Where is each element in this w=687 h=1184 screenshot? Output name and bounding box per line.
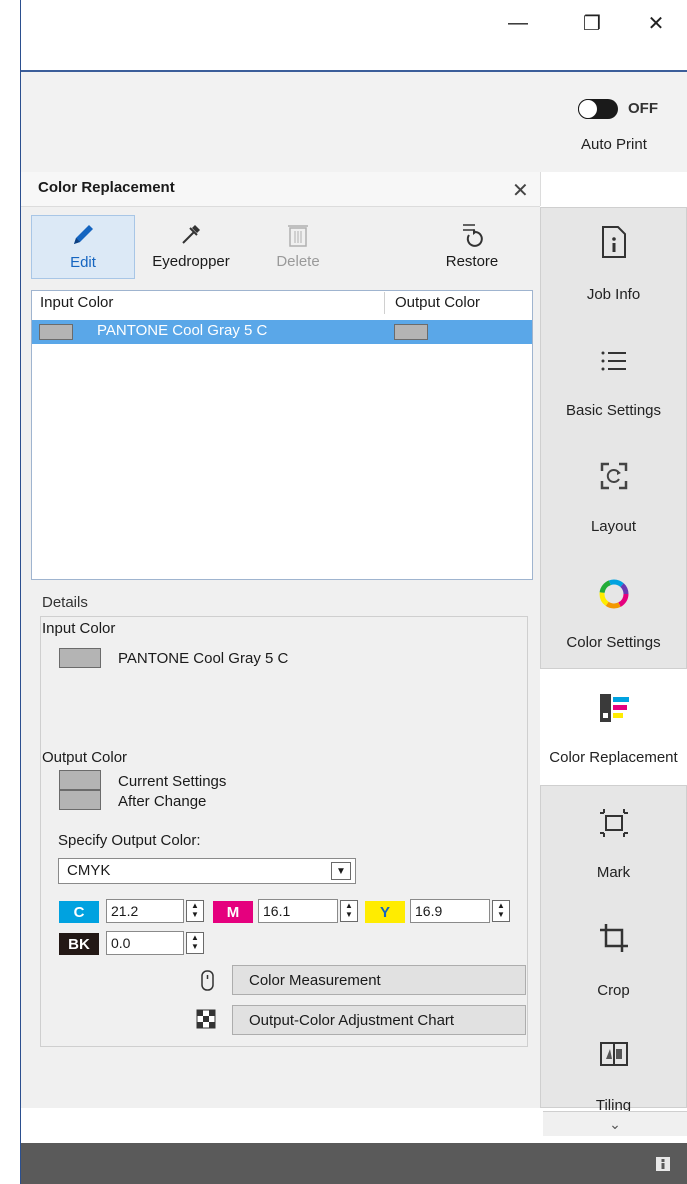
edit-button[interactable]: Edit <box>31 215 135 279</box>
nav-item-color-settings[interactable]: Color Settings <box>540 634 687 651</box>
restore-icon <box>432 215 512 249</box>
output-color-adjustment-chart-button[interactable]: Output-Color Adjustment Chart <box>232 1005 526 1035</box>
minimize-button[interactable]: — <box>486 0 550 46</box>
color-replacement-icon <box>592 690 636 726</box>
nav-scroll-down-button[interactable]: ⌄ <box>543 1111 687 1136</box>
eyedropper-button[interactable]: Eyedropper <box>138 215 244 279</box>
nav-item-basic-settings[interactable]: Basic Settings <box>540 402 687 419</box>
black-stepper[interactable]: ▲ ▼ <box>186 932 204 954</box>
current-settings-swatch <box>59 770 101 790</box>
details-output-color-label: Output Color <box>42 749 128 766</box>
restore-button[interactable]: Restore <box>432 215 512 279</box>
column-output-color: Output Color <box>395 294 481 311</box>
desktop-edge <box>0 0 20 1184</box>
trash-icon <box>258 215 338 249</box>
panel-close-button[interactable]: ✕ <box>512 178 529 203</box>
nav-active-background <box>540 669 687 785</box>
details-input-color-label: Input Color <box>42 620 116 637</box>
tiling-icon <box>592 1036 636 1072</box>
toggle-knob <box>578 99 598 119</box>
top-toolbar <box>21 72 687 173</box>
cyan-stepper[interactable]: ▲ ▼ <box>186 900 204 922</box>
cyan-input[interactable]: 21.2 <box>106 899 184 923</box>
nav-item-crop[interactable]: Crop <box>540 982 687 999</box>
toggle-state: OFF <box>628 100 658 117</box>
output-color-swatch <box>394 324 428 340</box>
info-document-icon <box>592 224 636 260</box>
nav-header <box>540 172 687 206</box>
measurement-device-icon <box>198 969 218 993</box>
yellow-stepper[interactable]: ▲ ▼ <box>492 900 510 922</box>
list-icon <box>592 343 636 379</box>
status-bar <box>21 1143 687 1184</box>
nav-item-tiling[interactable]: Tiling <box>540 1097 687 1111</box>
details-input-swatch <box>59 648 101 668</box>
after-change-swatch <box>59 790 101 810</box>
close-window-button[interactable]: ✕ <box>624 0 687 46</box>
current-settings-label: Current Settings <box>118 773 227 790</box>
pencil-icon <box>32 216 134 250</box>
panel-title: Color Replacement <box>38 179 175 196</box>
black-chip: BK <box>59 933 99 955</box>
yellow-chip: Y <box>365 901 405 923</box>
color-mode-value: CMYK <box>67 862 111 879</box>
maximize-button[interactable]: ❐ <box>560 0 624 46</box>
eyedropper-label: Eyedropper <box>152 253 230 270</box>
cyan-chip: C <box>59 901 99 923</box>
nav-item-color-replacement[interactable]: Color Replacement <box>540 749 687 766</box>
eyedropper-icon <box>138 215 244 249</box>
details-input-color-value: PANTONE Cool Gray 5 C <box>118 650 289 667</box>
delete-label: Delete <box>276 253 320 270</box>
layout-icon <box>592 458 636 494</box>
input-color-swatch <box>39 324 73 340</box>
color-wheel-icon <box>592 576 636 612</box>
magenta-chip: M <box>213 901 253 923</box>
nav-item-layout[interactable]: Layout <box>540 518 687 535</box>
row-input-color-name: PANTONE Cool Gray 5 C <box>97 322 268 339</box>
color-mode-select[interactable]: CMYK <box>58 858 356 884</box>
yellow-input[interactable]: 16.9 <box>410 899 490 923</box>
nav-item-mark[interactable]: Mark <box>540 864 687 881</box>
menu-strip <box>21 46 687 72</box>
specify-output-color-label: Specify Output Color: <box>58 832 201 849</box>
restore-label: Restore <box>445 253 499 270</box>
column-input-color: Input Color <box>40 294 114 311</box>
status-info-icon[interactable] <box>652 1154 674 1174</box>
after-change-label: After Change <box>118 793 207 810</box>
chevron-down-icon[interactable]: ▼ <box>331 862 351 880</box>
nav-item-job-info[interactable]: Job Info <box>540 286 687 303</box>
magenta-input[interactable]: 16.1 <box>258 899 338 923</box>
color-measurement-button[interactable]: Color Measurement <box>232 965 526 995</box>
crop-icon <box>592 920 636 956</box>
details-label: Details <box>42 594 88 611</box>
magenta-stepper[interactable]: ▲ ▼ <box>340 900 358 922</box>
column-divider <box>384 292 385 314</box>
delete-button[interactable]: Delete <box>258 215 338 279</box>
black-input[interactable]: 0.0 <box>106 931 184 955</box>
edit-label: Edit <box>70 254 96 271</box>
crop-marks-icon <box>592 805 636 841</box>
checker-chart-icon <box>196 1009 218 1031</box>
auto-print-label: Auto Print <box>581 136 647 153</box>
list-header: Input Color Output Color <box>32 292 532 314</box>
